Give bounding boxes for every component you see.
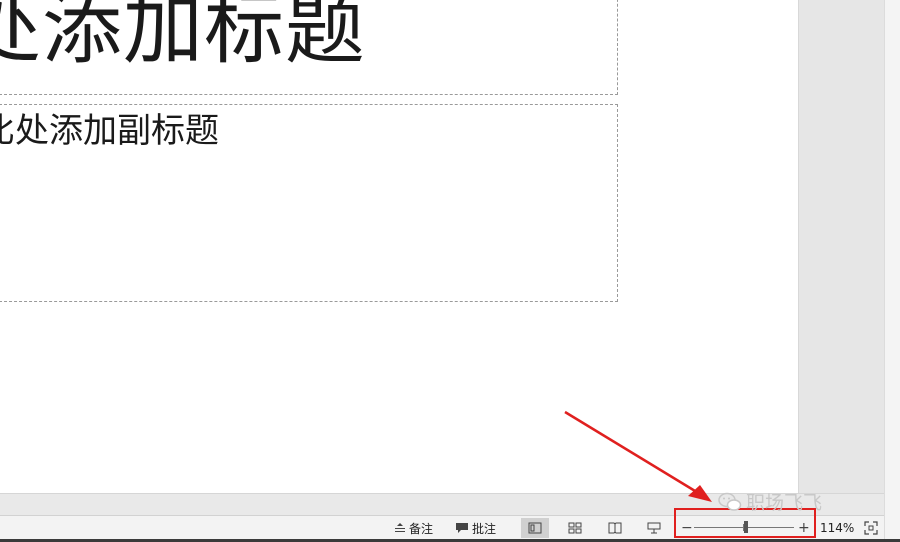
fit-to-window-icon[interactable] [864,521,878,535]
title-placeholder[interactable]: 处添加标题 [0,0,618,95]
view-normal-button[interactable] [521,518,549,538]
reading-view-icon [608,522,622,534]
subtitle-placeholder-text: 比处添加副标题 [0,111,219,151]
view-reading-button[interactable] [601,518,629,538]
comments-button[interactable]: 批注 [455,516,496,540]
slide-sorter-icon [568,522,582,534]
notes-button[interactable]: 备注 [394,516,433,540]
normal-view-icon [528,522,542,534]
view-slide-sorter-button[interactable] [561,518,589,538]
subtitle-placeholder[interactable]: 比处添加副标题 [0,104,618,302]
watermark: 职场飞飞 [718,488,822,515]
slide-canvas[interactable]: 处添加标题 比处添加副标题 [0,0,798,493]
comments-label: 批注 [472,521,497,536]
notes-icon [395,523,405,532]
vertical-scrollbar[interactable] [884,0,900,542]
zoom-percentage[interactable]: 114% [820,516,854,540]
comment-icon [456,523,468,533]
title-placeholder-text: 处添加标题 [0,0,366,75]
slideshow-icon [647,522,661,534]
view-slideshow-button[interactable] [640,518,668,538]
notes-label: 备注 [409,521,434,536]
watermark-text: 职场飞飞 [746,492,823,514]
wechat-icon [718,492,742,511]
right-gutter [798,0,885,493]
